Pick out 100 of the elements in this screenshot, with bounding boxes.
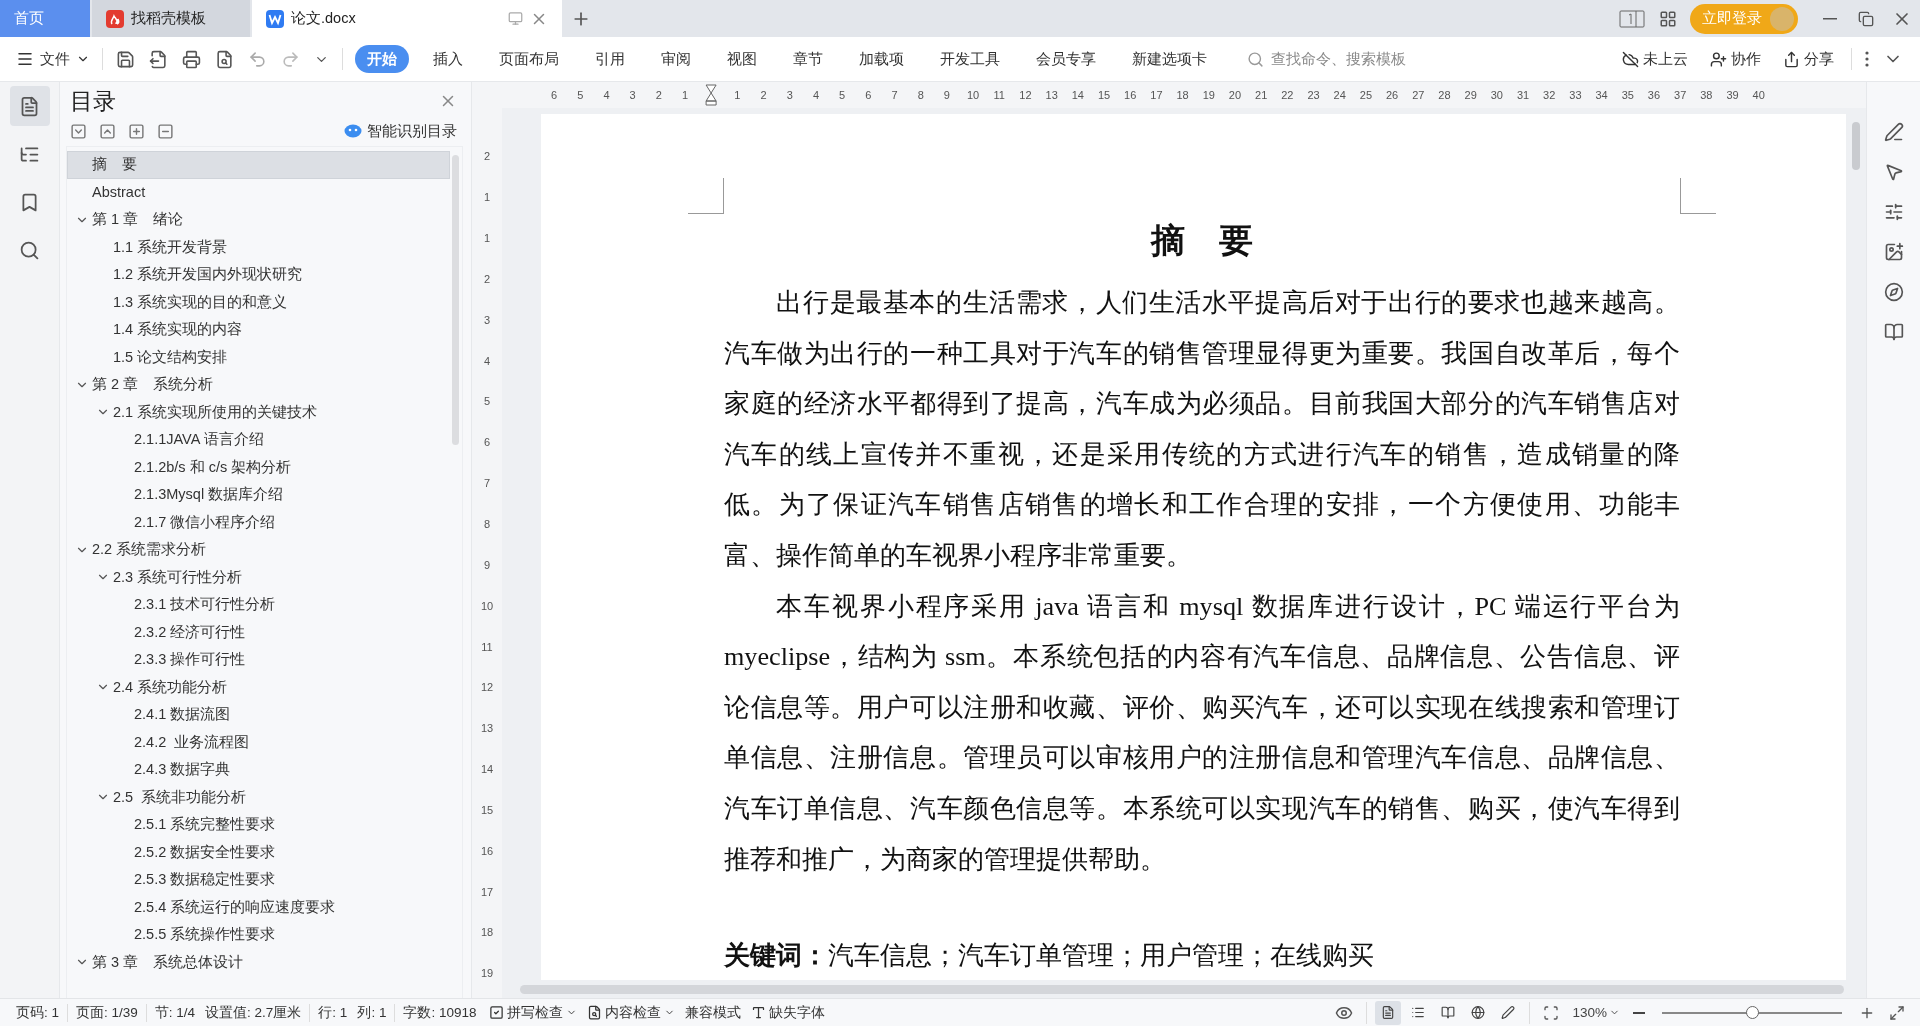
minimize-icon [1823,17,1837,20]
printer-icon [182,49,201,69]
file-menu[interactable]: 文件 [10,45,96,73]
document-heading: 摘 要 [1149,221,1254,261]
cloud-button[interactable]: 未上云 [1616,48,1694,70]
toc-item[interactable]: 2.5.2 数据安全性要求 [67,838,450,866]
minus-icon [1633,1011,1645,1014]
ribbon-tab[interactable]: 视图 [715,45,769,73]
toc-item[interactable]: 2.4.3 数据字典 [67,756,450,784]
save-icon [116,49,135,69]
smart-toc-button[interactable]: 智能识别目录 [344,121,457,141]
toc-item[interactable]: 1.4 系统实现的内容 [67,316,450,344]
share-button[interactable]: 分享 [1777,48,1840,70]
ribbon-tab[interactable]: 章节 [781,45,835,73]
scrollbar-thumb[interactable] [520,984,1844,994]
document-list-button[interactable] [9,86,50,126]
image-icon[interactable] [1883,242,1904,262]
compass-icon[interactable] [1883,282,1904,302]
toc-item[interactable]: 2.4.2 业务流程图 [67,728,450,756]
ribbon-tab[interactable]: 开发工具 [928,45,1012,73]
slider-thumb[interactable] [1746,1006,1759,1019]
undo-icon [248,49,267,69]
checkbox-icon [489,1005,505,1020]
book-icon[interactable] [1883,322,1904,342]
toc-item[interactable]: 2.5.5 系统操作性要求 [67,921,450,949]
panel-title: 目录 [70,86,116,116]
avatar-icon [1770,6,1794,31]
compat-mode-button[interactable]: 兼容模式 [685,1003,742,1022]
status-text: 列: 1 [357,1003,387,1022]
scrollbar-thumb[interactable] [452,155,459,445]
toc-item[interactable]: 2.1.1JAVA 语言介绍 [67,426,450,454]
toc-item[interactable]: 第 2 章 系统分析 [67,371,450,399]
toc-item[interactable]: 2.5.1 系统完整性要求 [67,811,450,839]
toc-item[interactable]: 2.1 系统实现所使用的关键技术 [67,398,450,426]
toc-item[interactable]: 第 1 章 绪论 [67,206,450,234]
spell-check-button[interactable]: 拼写检查 [489,1003,578,1022]
tablet-icon [1619,9,1645,28]
vertical-ruler: 2 1 1 2 3 4 5 6 7 8 9 10 11 12 13 14 15 16 17 18 19 [472,108,502,998]
file-export-icon [149,49,168,69]
toc-item[interactable]: 2.3 系统可行性分析 [67,563,450,591]
search-icon [19,239,40,261]
horizontal-ruler: 6 5 4 3 2 1 1 2 3 4 5 6 7 8 9 10 11 12 13 14 15 16 17 18 19 20 21 22 23 24 25 26 27 28 29 30 31 32 33 34 35 36 37 38 39 40 [472,82,1866,108]
file-search-icon [215,49,234,69]
toc-item[interactable]: 1.1 系统开发背景 [67,233,450,261]
face-icon [344,124,362,138]
add-icon[interactable] [128,122,145,140]
toc-item[interactable]: 2.3.2 经济可行性 [67,618,450,646]
page-view-button[interactable] [1375,1000,1402,1025]
ribbon-tab[interactable]: 审阅 [649,45,703,73]
toc-item[interactable]: 2.4.1 数据流图 [67,701,450,729]
web-view-icon [1471,1004,1486,1021]
ribbon-tab[interactable]: 新建选项卡 [1120,45,1219,73]
status-text: 设置值: 2.7厘米 [205,1003,302,1022]
toc-item[interactable]: 2.2 系统需求分析 [67,536,450,564]
scrollbar-thumb[interactable] [1852,122,1860,170]
frame-icon [1543,1004,1560,1021]
content-check-button[interactable]: 内容检查 [587,1003,676,1022]
toc-item[interactable]: 1.2 系统开发国内外现状研究 [67,261,450,289]
collaborate-button[interactable]: 协作 [1704,48,1767,70]
status-text: 页面: 1/39 [76,1003,138,1022]
zoom-level-button[interactable]: 130% [1566,1004,1626,1021]
redo-icon [281,49,300,69]
expand-all-icon[interactable] [70,122,87,140]
ribbon-tab[interactable]: 页面布局 [487,45,571,73]
toc-item[interactable]: 摘 要 [67,151,450,179]
w-logo-icon [266,9,284,28]
toc-item[interactable]: Abstract [67,178,450,206]
toc-item[interactable]: 2.3.1 技术可行性分析 [67,591,450,619]
document-tab[interactable]: 论文.docx [252,0,562,37]
missing-font-button[interactable]: 缺失字体 [751,1003,826,1022]
document-tab[interactable]: 找稻壳模板 [92,0,250,37]
ribbon-tab[interactable]: 加载项 [847,45,916,73]
ribbon-tab[interactable]: 会员专享 [1024,45,1108,73]
toc-item[interactable]: 2.1.2b/s 和 c/s 架构分析 [67,453,450,481]
ribbon-tab[interactable]: 引用 [583,45,637,73]
cloud-icon [1622,50,1639,68]
toc-item[interactable]: 第 3 章 系统总体设计 [67,948,450,976]
cursor-icon[interactable] [1883,162,1904,182]
body-paragraph: 本车视界小程序采用 java 语言和 mysql 数据库进行设计，PC 端运行平台为 myeclipse，结构为 ssm。本系统包括的内容有汽车信息、品牌信息、公告信息、评论信息等。用户可以注册和收藏、评价、购买汽车，还可以实现在线搜索和管理订单信息、注册信息。管理员可以审核用户的注册信息和管理汽车信息、品牌信息、汽车订单信息、汽车颜色信息等。本系统可以实现汽车的销售、购买，使汽车得到推荐和推广，为商家的管理提供帮助。 [724,590,1680,876]
toc-item[interactable]: 2.4 系统功能分析 [67,673,450,701]
toc-item[interactable]: 2.1.3Mysql 数据库介绍 [67,481,450,509]
toc-item[interactable]: 2.1.7 微信小程序介绍 [67,508,450,536]
restore-icon [1858,10,1874,27]
add-user-icon [1710,50,1727,68]
collapse-all-icon[interactable] [99,122,116,140]
toc-item[interactable]: 1.3 系统实现的目的和意义 [67,288,450,316]
toc-item[interactable]: 1.5 论文结构安排 [67,343,450,371]
crop-mark [1680,178,1716,214]
toc-item[interactable]: 2.3.3 操作可行性 [67,646,450,674]
search-field[interactable]: 查找命令、搜索模板 [1247,50,1487,68]
toc-item[interactable]: 2.5.3 数据稳定性要求 [67,866,450,894]
status-text: 字数: 10918 [403,1003,477,1022]
pen-icon[interactable] [1883,122,1904,142]
write-mode-icon [1501,1004,1516,1021]
ribbon-tab[interactable]: 插入 [421,45,475,73]
remove-icon[interactable] [157,122,174,140]
toc-item[interactable]: 2.5 系统非功能分析 [67,783,450,811]
more-icon [1865,51,1869,67]
sliders-icon[interactable] [1883,202,1904,222]
toc-item[interactable]: 2.5.4 系统运行的响应速度要求 [67,893,450,921]
